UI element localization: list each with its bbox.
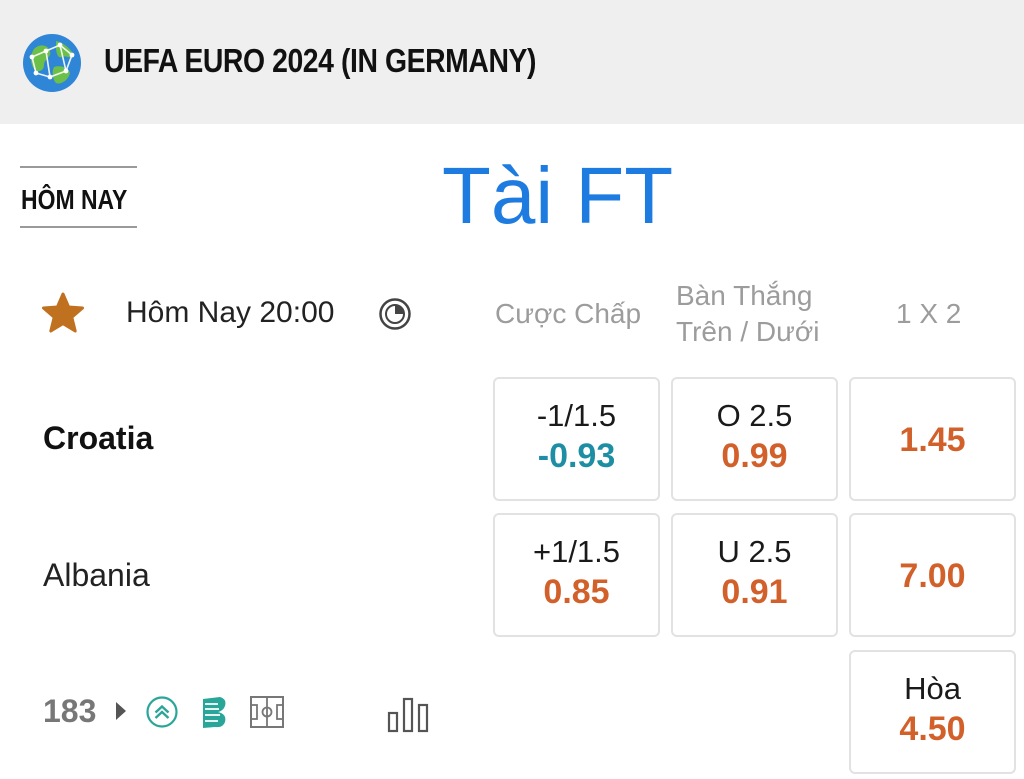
- draw-label: Hòa: [904, 671, 961, 706]
- away-handicap-line: +1/1.5: [532, 534, 621, 569]
- over-line: O 2.5: [716, 398, 793, 433]
- away-handicap-cell[interactable]: +1/1.5 0.85: [493, 513, 660, 637]
- over-cell[interactable]: O 2.5 0.99: [671, 377, 838, 501]
- under-odd: 0.91: [721, 573, 788, 611]
- more-markets-count[interactable]: 183: [43, 693, 96, 730]
- column-header-over-under: Bàn Thắng Trên / Dưới: [676, 278, 819, 350]
- chevron-right-icon[interactable]: [114, 700, 128, 722]
- under-line: U 2.5: [717, 534, 792, 569]
- home-handicap-odd: -0.93: [537, 437, 616, 475]
- column-header-over-under-line2: Trên / Dưới: [676, 316, 820, 347]
- under-cell[interactable]: U 2.5 0.91: [671, 513, 838, 637]
- stats-b-icon[interactable]: [198, 693, 230, 731]
- away-win-cell[interactable]: 7.00: [849, 513, 1016, 637]
- team-home-name: Croatia: [43, 420, 154, 456]
- home-handicap-cell[interactable]: -1/1.5 -0.93: [493, 377, 660, 501]
- overlay-title: Tài FT: [442, 151, 674, 240]
- match-time: Hôm Nay 20:00: [126, 296, 335, 329]
- away-handicap-odd: 0.85: [543, 573, 610, 611]
- pitch-icon[interactable]: [249, 695, 285, 729]
- column-header-1x2: 1 X 2: [896, 298, 962, 329]
- star-icon[interactable]: [40, 291, 86, 335]
- away-win-odd: 7.00: [899, 557, 966, 595]
- tab-today[interactable]: HÔM NAY: [20, 166, 137, 228]
- header-bar: UEFA EURO 2024 (IN GERMANY): [0, 0, 1024, 124]
- column-header-over-under-line1: Bàn Thắng: [676, 280, 813, 311]
- home-win-odd: 1.45: [899, 421, 966, 459]
- over-odd: 0.99: [721, 437, 788, 475]
- globe-icon: [23, 34, 81, 92]
- home-win-cell[interactable]: 1.45: [849, 377, 1016, 501]
- draw-cell[interactable]: Hòa 4.50: [849, 650, 1016, 774]
- draw-odd: 4.50: [899, 710, 966, 748]
- column-header-handicap: Cược Chấp: [495, 298, 642, 329]
- double-chevron-up-icon[interactable]: [145, 695, 179, 729]
- competition-title: UEFA EURO 2024 (IN GERMANY): [104, 42, 537, 79]
- bar-chart-icon[interactable]: [386, 695, 432, 733]
- home-handicap-line: -1/1.5: [536, 398, 617, 433]
- tab-today-label: HÔM NAY: [21, 184, 128, 215]
- clock-icon[interactable]: [378, 297, 412, 331]
- team-away-name: Albania: [43, 557, 150, 593]
